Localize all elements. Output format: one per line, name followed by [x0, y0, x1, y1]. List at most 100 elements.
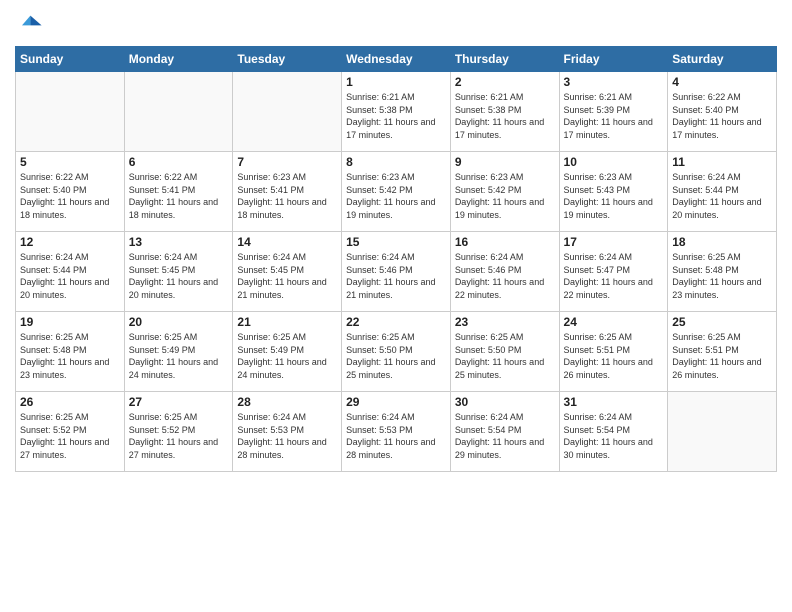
cell-info: Sunrise: 6:24 AM Sunset: 5:54 PM Dayligh…: [455, 411, 555, 461]
calendar-cell: 27Sunrise: 6:25 AM Sunset: 5:52 PM Dayli…: [124, 392, 233, 472]
calendar-cell: 11 Sunrise: 6:24 AM Sunset: 5:44 PM Dayli…: [668, 152, 777, 232]
cell-info: Sunrise: 6:24 AM Sunset: 5:53 PM Dayligh…: [346, 411, 446, 461]
cell-info: Sunrise: 6:23 AM Sunset: 5:42 PM Dayligh…: [346, 171, 446, 221]
cell-day-number: 18: [672, 235, 772, 249]
calendar-week-5: 26 Sunrise: 6:25 AM Sunset: 5:52 PM Dayli…: [16, 392, 777, 472]
cell-day-number: 17: [564, 235, 664, 249]
weekday-header-friday: Friday: [559, 47, 668, 72]
page: SundayMondayTuesdayWednesdayThursdayFrid…: [0, 0, 792, 612]
weekday-header-wednesday: Wednesday: [342, 47, 451, 72]
cell-day-number: 7: [237, 155, 337, 169]
cell-info: Sunrise: 6:24 AM Sunset: 5:44 PM Dayligh…: [20, 251, 120, 301]
calendar-cell: 14Sunrise: 6:24 AM Sunset: 5:45 PM Dayli…: [233, 232, 342, 312]
calendar-body: 1 Sunrise: 6:21 AM Sunset: 5:38 PM Daylig…: [16, 72, 777, 472]
logo: [15, 10, 47, 38]
calendar-cell: 20 Sunrise: 6:25 AM Sunset: 5:49 PM Dayli…: [124, 312, 233, 392]
weekday-header-saturday: Saturday: [668, 47, 777, 72]
cell-day-number: 19: [20, 315, 120, 329]
cell-info: Sunrise: 6:21 AM Sunset: 5:39 PM Dayligh…: [564, 91, 664, 141]
cell-day-number: 15: [346, 235, 446, 249]
calendar-cell: 15Sunrise: 6:24 AM Sunset: 5:46 PM Dayli…: [342, 232, 451, 312]
weekday-row: SundayMondayTuesdayWednesdayThursdayFrid…: [16, 47, 777, 72]
calendar-cell: 4Sunrise: 6:22 AM Sunset: 5:40 PM Daylig…: [668, 72, 777, 152]
cell-info: Sunrise: 6:25 AM Sunset: 5:52 PM Dayligh…: [20, 411, 120, 461]
cell-info: Sunrise: 6:23 AM Sunset: 5:43 PM Dayligh…: [564, 171, 664, 221]
calendar-cell: 18 Sunrise: 6:25 AM Sunset: 5:48 PM Dayli…: [668, 232, 777, 312]
cell-day-number: 20: [129, 315, 229, 329]
cell-day-number: 26: [20, 395, 120, 409]
cell-day-number: 30: [455, 395, 555, 409]
cell-info: Sunrise: 6:24 AM Sunset: 5:44 PM Dayligh…: [672, 171, 772, 221]
calendar-cell: 17 Sunrise: 6:24 AM Sunset: 5:47 PM Dayli…: [559, 232, 668, 312]
cell-day-number: 16: [455, 235, 555, 249]
cell-info: Sunrise: 6:23 AM Sunset: 5:41 PM Dayligh…: [237, 171, 337, 221]
calendar-cell: 19 Sunrise: 6:25 AM Sunset: 5:48 PM Dayli…: [16, 312, 125, 392]
calendar-header: SundayMondayTuesdayWednesdayThursdayFrid…: [16, 47, 777, 72]
calendar-cell: 25Sunrise: 6:25 AM Sunset: 5:51 PM Dayli…: [668, 312, 777, 392]
logo-icon: [15, 10, 43, 38]
cell-info: Sunrise: 6:25 AM Sunset: 5:51 PM Dayligh…: [564, 331, 664, 381]
cell-day-number: 28: [237, 395, 337, 409]
calendar-cell: [233, 72, 342, 152]
calendar-cell: 28 Sunrise: 6:24 AM Sunset: 5:53 PM Dayli…: [233, 392, 342, 472]
cell-info: Sunrise: 6:24 AM Sunset: 5:45 PM Dayligh…: [237, 251, 337, 301]
cell-info: Sunrise: 6:24 AM Sunset: 5:45 PM Dayligh…: [129, 251, 229, 301]
calendar-cell: 7 Sunrise: 6:23 AM Sunset: 5:41 PM Daylig…: [233, 152, 342, 232]
calendar-table: SundayMondayTuesdayWednesdayThursdayFrid…: [15, 46, 777, 472]
cell-info: Sunrise: 6:25 AM Sunset: 5:48 PM Dayligh…: [672, 251, 772, 301]
calendar-cell: 22Sunrise: 6:25 AM Sunset: 5:50 PM Dayli…: [342, 312, 451, 392]
cell-day-number: 23: [455, 315, 555, 329]
calendar-cell: 26 Sunrise: 6:25 AM Sunset: 5:52 PM Dayli…: [16, 392, 125, 472]
cell-day-number: 2: [455, 75, 555, 89]
cell-day-number: 4: [672, 75, 772, 89]
cell-day-number: 5: [20, 155, 120, 169]
cell-day-number: 1: [346, 75, 446, 89]
cell-day-number: 10: [564, 155, 664, 169]
cell-info: Sunrise: 6:22 AM Sunset: 5:40 PM Dayligh…: [20, 171, 120, 221]
calendar-cell: 6 Sunrise: 6:22 AM Sunset: 5:41 PM Daylig…: [124, 152, 233, 232]
cell-day-number: 8: [346, 155, 446, 169]
cell-info: Sunrise: 6:21 AM Sunset: 5:38 PM Dayligh…: [346, 91, 446, 141]
calendar-cell: 5 Sunrise: 6:22 AM Sunset: 5:40 PM Daylig…: [16, 152, 125, 232]
calendar-cell: 24 Sunrise: 6:25 AM Sunset: 5:51 PM Dayli…: [559, 312, 668, 392]
cell-info: Sunrise: 6:24 AM Sunset: 5:47 PM Dayligh…: [564, 251, 664, 301]
calendar-cell: 23 Sunrise: 6:25 AM Sunset: 5:50 PM Dayli…: [450, 312, 559, 392]
calendar-week-2: 5 Sunrise: 6:22 AM Sunset: 5:40 PM Daylig…: [16, 152, 777, 232]
cell-day-number: 21: [237, 315, 337, 329]
calendar-cell: 8 Sunrise: 6:23 AM Sunset: 5:42 PM Daylig…: [342, 152, 451, 232]
calendar-cell: 13 Sunrise: 6:24 AM Sunset: 5:45 PM Dayli…: [124, 232, 233, 312]
calendar-cell: 3 Sunrise: 6:21 AM Sunset: 5:39 PM Daylig…: [559, 72, 668, 152]
calendar-cell: 21 Sunrise: 6:25 AM Sunset: 5:49 PM Dayli…: [233, 312, 342, 392]
cell-day-number: 13: [129, 235, 229, 249]
cell-day-number: 11: [672, 155, 772, 169]
calendar-week-4: 19 Sunrise: 6:25 AM Sunset: 5:48 PM Dayli…: [16, 312, 777, 392]
calendar-cell: [124, 72, 233, 152]
cell-day-number: 27: [129, 395, 229, 409]
cell-info: Sunrise: 6:23 AM Sunset: 5:42 PM Dayligh…: [455, 171, 555, 221]
cell-info: Sunrise: 6:25 AM Sunset: 5:51 PM Dayligh…: [672, 331, 772, 381]
cell-info: Sunrise: 6:25 AM Sunset: 5:48 PM Dayligh…: [20, 331, 120, 381]
cell-info: Sunrise: 6:25 AM Sunset: 5:50 PM Dayligh…: [455, 331, 555, 381]
cell-info: Sunrise: 6:22 AM Sunset: 5:41 PM Dayligh…: [129, 171, 229, 221]
cell-info: Sunrise: 6:25 AM Sunset: 5:50 PM Dayligh…: [346, 331, 446, 381]
calendar-cell: 1 Sunrise: 6:21 AM Sunset: 5:38 PM Daylig…: [342, 72, 451, 152]
calendar-week-1: 1 Sunrise: 6:21 AM Sunset: 5:38 PM Daylig…: [16, 72, 777, 152]
cell-day-number: 3: [564, 75, 664, 89]
calendar-cell: 12 Sunrise: 6:24 AM Sunset: 5:44 PM Dayli…: [16, 232, 125, 312]
header: [15, 10, 777, 38]
calendar-cell: 2Sunrise: 6:21 AM Sunset: 5:38 PM Daylig…: [450, 72, 559, 152]
cell-day-number: 6: [129, 155, 229, 169]
calendar-cell: 9Sunrise: 6:23 AM Sunset: 5:42 PM Daylig…: [450, 152, 559, 232]
cell-day-number: 12: [20, 235, 120, 249]
cell-info: Sunrise: 6:25 AM Sunset: 5:49 PM Dayligh…: [129, 331, 229, 381]
cell-day-number: 31: [564, 395, 664, 409]
cell-day-number: 29: [346, 395, 446, 409]
cell-info: Sunrise: 6:24 AM Sunset: 5:53 PM Dayligh…: [237, 411, 337, 461]
calendar-cell: 30 Sunrise: 6:24 AM Sunset: 5:54 PM Dayli…: [450, 392, 559, 472]
calendar-cell: 29 Sunrise: 6:24 AM Sunset: 5:53 PM Dayli…: [342, 392, 451, 472]
calendar-cell: [668, 392, 777, 472]
cell-info: Sunrise: 6:25 AM Sunset: 5:49 PM Dayligh…: [237, 331, 337, 381]
calendar-cell: 10 Sunrise: 6:23 AM Sunset: 5:43 PM Dayli…: [559, 152, 668, 232]
cell-info: Sunrise: 6:24 AM Sunset: 5:46 PM Dayligh…: [455, 251, 555, 301]
cell-day-number: 24: [564, 315, 664, 329]
